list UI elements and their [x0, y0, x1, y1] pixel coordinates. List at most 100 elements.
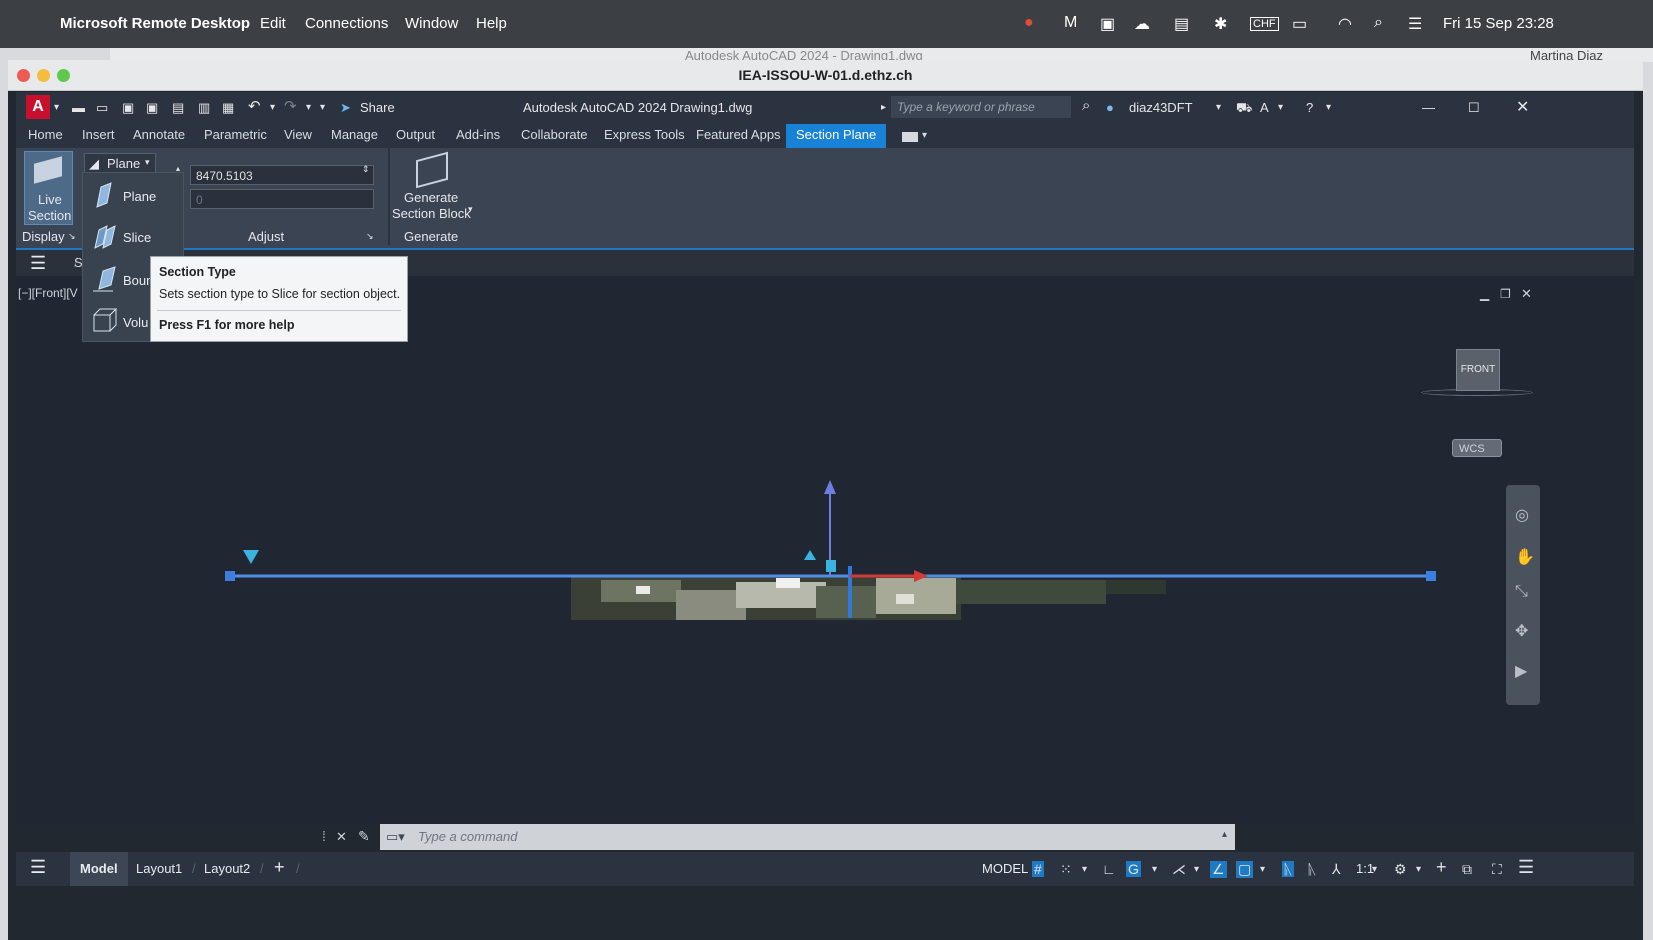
command-close-icon[interactable]: ✕	[336, 829, 347, 845]
offset-spinner-icon[interactable]: ⇕	[362, 164, 370, 175]
customization-menu-icon[interactable]: ☰	[1518, 857, 1534, 878]
drive-tray-icon[interactable]: ▣	[1100, 14, 1115, 34]
display-panel-label[interactable]: Display	[22, 229, 65, 244]
generate-section-block-button[interactable]: Generate Section Block ▾	[392, 150, 476, 226]
tab-manage[interactable]: Manage	[331, 127, 378, 142]
polar-dropdown-icon[interactable]: ▾	[1152, 864, 1157, 875]
recent-commands-icon[interactable]: ▭▾	[386, 829, 405, 845]
bluetooth-icon[interactable]: ✱	[1214, 14, 1227, 34]
flip-arrow-icon[interactable]	[804, 550, 816, 560]
tab-collaborate[interactable]: Collaborate	[521, 127, 588, 142]
tab-annotate[interactable]: Annotate	[133, 127, 185, 142]
grid-icon[interactable]: #	[1032, 861, 1044, 877]
model-tab[interactable]: Model	[70, 852, 128, 886]
generate-dropdown-icon[interactable]: ▾	[468, 204, 473, 215]
isodraft-icon[interactable]: ⋌	[1172, 861, 1186, 878]
redo-dropdown-icon[interactable]: ▾	[306, 102, 311, 113]
spotlight-icon[interactable]: ⌕	[1374, 14, 1383, 32]
autocad-logo-icon[interactable]: A	[26, 95, 50, 119]
annotation-scale-icon[interactable]: ⅄	[1332, 861, 1341, 878]
scale-dropdown-icon[interactable]: ▾	[1372, 864, 1377, 875]
user-name[interactable]: diaz43DFT	[1129, 100, 1193, 115]
menu-item-plane[interactable]: Plane	[83, 175, 183, 215]
maximize-app-icon[interactable]: ☐	[1468, 100, 1480, 116]
ribbon-options-icon[interactable]	[902, 132, 918, 142]
clean-screen-icon[interactable]: ⛶	[1492, 861, 1502, 878]
second-value-field[interactable]: 0	[190, 189, 374, 209]
zoom-extents-icon[interactable]: ⤡	[1515, 583, 1528, 601]
workspace-gear-icon[interactable]: ⚙	[1394, 861, 1407, 878]
object-snap-dropdown-icon[interactable]: ▾	[1260, 864, 1265, 875]
model-space-button[interactable]: MODEL	[982, 861, 1028, 876]
redo-icon[interactable]: ↷	[284, 97, 297, 115]
infer-constraints-icon[interactable]: ∟	[1102, 861, 1116, 877]
tab-output[interactable]: Output	[396, 127, 435, 142]
layout-menu-icon[interactable]: ☰	[30, 857, 46, 878]
ucs-origin-grip[interactable]	[826, 560, 836, 572]
layout2-tab[interactable]: Layout2	[204, 861, 250, 876]
menu-item-slice[interactable]: Slice	[83, 216, 183, 256]
isodraft-dropdown-icon[interactable]: ▾	[1194, 864, 1199, 875]
tab-featured-apps[interactable]: Featured Apps	[696, 127, 781, 142]
undo-icon[interactable]: ↶	[248, 97, 261, 115]
search-input[interactable]: Type a keyword or phrase	[891, 96, 1071, 118]
layout1-tab[interactable]: Layout1	[136, 861, 182, 876]
command-customize-icon[interactable]: ✎	[358, 828, 370, 845]
save-web-icon[interactable]: ▥	[198, 100, 210, 116]
app-tray-icon[interactable]: ●	[1024, 14, 1034, 32]
section-grip-left[interactable]	[225, 571, 235, 581]
app-store-dropdown-icon[interactable]: ▾	[1278, 102, 1283, 113]
help-icon[interactable]: ?	[1306, 100, 1313, 115]
showmotion-icon[interactable]: ▶	[1515, 661, 1527, 681]
plot-icon[interactable]: ▦	[222, 100, 234, 116]
open-file-icon[interactable]: ▭	[96, 100, 108, 116]
tab-add-ins[interactable]: Add-ins	[456, 127, 500, 142]
cloud-tray-icon[interactable]: ☁	[1134, 14, 1150, 34]
offset-field[interactable]: 8470.5103	[190, 165, 374, 185]
share-icon[interactable]: ➤	[340, 100, 351, 116]
keyboard-tray-icon[interactable]: ▤	[1174, 14, 1189, 34]
snap-dropdown-icon[interactable]: ▾	[1082, 864, 1087, 875]
tab-insert[interactable]: Insert	[82, 127, 115, 142]
command-line[interactable]: ▭▾ Type a command ▴	[380, 824, 1235, 850]
section-grip-right[interactable]	[1426, 571, 1436, 581]
auto-scale-icon[interactable]: ᚣ	[1308, 861, 1316, 877]
command-grip-icon[interactable]: ⁞	[322, 828, 326, 844]
object-snap-icon[interactable]: ▢	[1236, 861, 1254, 878]
adjust-panel-launcher-icon[interactable]: ↘	[366, 231, 374, 242]
help-dropdown-icon[interactable]: ▾	[1326, 102, 1331, 113]
mac-menu-window[interactable]: Window	[405, 15, 458, 32]
mac-app-name[interactable]: Microsoft Remote Desktop	[60, 15, 250, 32]
share-button[interactable]: Share	[360, 100, 395, 115]
mac-menu-edit[interactable]: Edit	[260, 15, 286, 32]
command-input[interactable]: Type a command	[418, 829, 517, 844]
annotation-visibility-icon[interactable]: ᚣ	[1282, 861, 1295, 877]
ribbon-options-dropdown-icon[interactable]: ▾	[922, 130, 927, 141]
currency-tray-icon[interactable]: CHF	[1250, 17, 1279, 31]
app-menu-chevron-icon[interactable]: ▾	[54, 102, 59, 113]
command-expand-icon[interactable]: ▴	[1222, 829, 1227, 840]
tab-section-plane[interactable]: Section Plane	[786, 124, 887, 148]
tab-parametric[interactable]: Parametric	[204, 127, 267, 142]
polar-tracking-icon[interactable]: G	[1126, 861, 1141, 877]
units-icon[interactable]: ⧉	[1462, 861, 1472, 878]
wifi-icon[interactable]: ◠	[1338, 14, 1352, 34]
tab-view[interactable]: View	[284, 127, 312, 142]
viewcube[interactable]: FRONT	[1456, 349, 1500, 391]
pan-icon[interactable]: ✋	[1515, 547, 1535, 567]
open-web-icon[interactable]: ▤	[172, 100, 184, 116]
battery-icon[interactable]: ▭	[1292, 14, 1307, 34]
save-as-icon[interactable]: ▣	[146, 100, 158, 116]
close-app-icon[interactable]: ✕	[1516, 97, 1529, 117]
user-dropdown-icon[interactable]: ▾	[1216, 102, 1221, 113]
undo-dropdown-icon[interactable]: ▾	[270, 102, 275, 113]
user-icon[interactable]: ●	[1106, 100, 1114, 115]
section-direction-arrow-icon[interactable]	[243, 550, 259, 564]
add-layout-icon[interactable]: +	[274, 857, 285, 878]
live-section-button[interactable]: Live Section	[24, 151, 73, 225]
search-expand-icon[interactable]: ▸	[881, 102, 886, 113]
mail-tray-icon[interactable]: M	[1064, 14, 1077, 32]
search-icon[interactable]: ⌕	[1082, 97, 1090, 114]
object-snap-tracking-icon[interactable]: ∠	[1210, 861, 1227, 878]
steering-wheel-icon[interactable]: ◎	[1515, 505, 1529, 525]
